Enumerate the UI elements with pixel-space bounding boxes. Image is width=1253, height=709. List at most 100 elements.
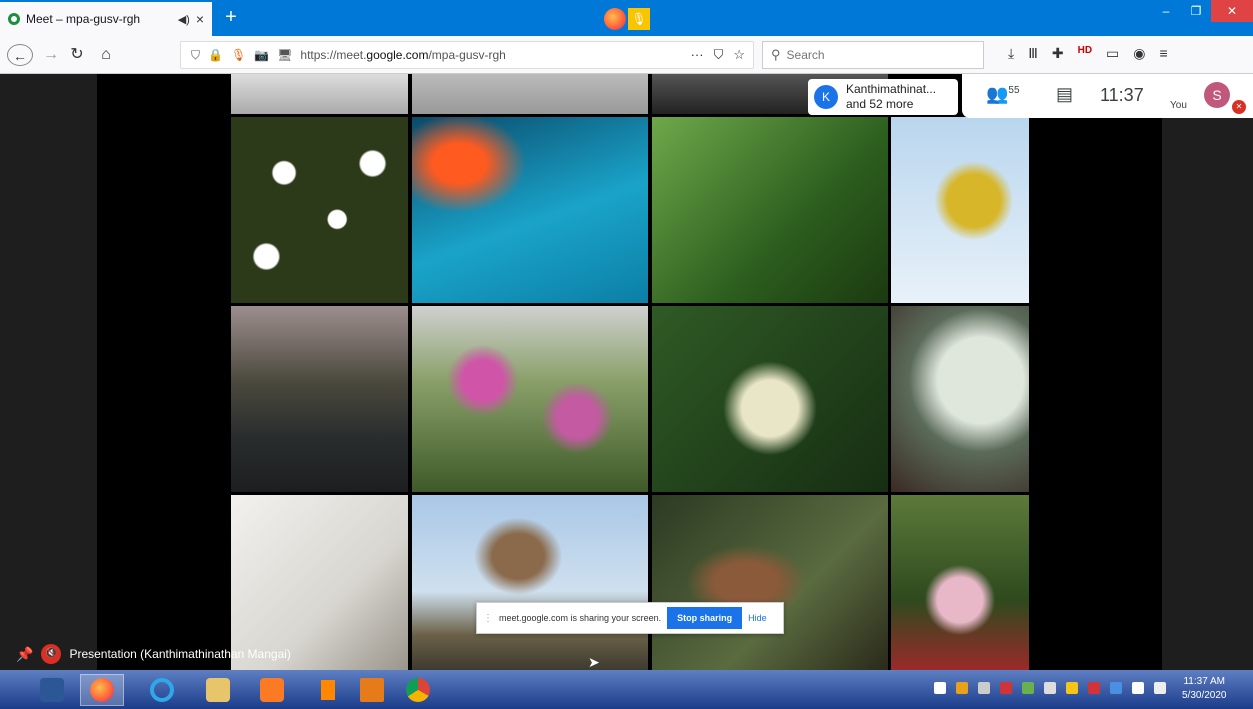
hd-icon[interactable]: HD xyxy=(1078,45,1092,62)
mouse-cursor-icon: ➤ xyxy=(588,654,600,670)
taskbar-app-file-explorer[interactable] xyxy=(196,674,240,706)
clock-date: 5/30/2020 xyxy=(1182,690,1227,701)
upload-icon xyxy=(360,678,384,702)
meet-favicon-icon xyxy=(8,13,20,25)
search-input[interactable] xyxy=(786,48,967,62)
address-bar[interactable]: ⛉ 🔒 🎙 📷 🖥 https://meet.google.com/mpa-gu… xyxy=(180,41,754,69)
photo-tile xyxy=(412,74,648,114)
sharing-indicator[interactable]: 🎙 xyxy=(604,8,650,30)
firefox-icon xyxy=(604,8,626,30)
tab-close-icon[interactable]: × xyxy=(196,11,204,27)
url-text: https://meet.google.com/mpa-gusv-rgh xyxy=(300,48,506,62)
battery-icon[interactable] xyxy=(1132,682,1144,694)
presentation-label: 📌 🔇 Presentation (Kanthimathinathan Mang… xyxy=(16,644,291,664)
bluetooth-icon[interactable] xyxy=(934,682,946,694)
minimize-icon[interactable]: – xyxy=(1151,0,1181,22)
reload-icon[interactable]: ↻ xyxy=(68,44,86,66)
goldfish-photo xyxy=(412,117,648,303)
meet-stage: K Kanthimathinat... and 52 more 👥55 ▤ 11… xyxy=(0,74,1253,670)
internet-explorer-icon xyxy=(150,678,174,702)
daisies-photo xyxy=(231,117,408,303)
leaves-photo xyxy=(652,117,888,303)
meet-top-bar: 👥55 ▤ 11:37 You S ✕ xyxy=(962,74,1253,118)
pin-icon[interactable]: 📌 xyxy=(16,646,33,663)
extensions-icon[interactable]: ✚ xyxy=(1052,45,1064,62)
shield-icon[interactable]: ⛉ xyxy=(191,48,200,63)
muted-mic-icon: 🔇 xyxy=(41,644,62,664)
browser-tab[interactable]: Meet – mpa-gusv-rgh ◀) × xyxy=(0,2,212,36)
microphone-permission-icon[interactable]: 🎙 xyxy=(231,48,246,62)
close-window-icon[interactable]: ✕ xyxy=(1211,0,1253,22)
girl-photo xyxy=(891,495,1029,670)
system-clock[interactable]: 11:37 AM 5/30/2020 xyxy=(1182,675,1227,703)
road-photo xyxy=(231,306,408,492)
windows-taskbar: 11:37 AM 5/30/2020 xyxy=(0,670,1253,709)
lock-icon[interactable]: 🔒 xyxy=(208,48,223,62)
mic-off-icon: ✕ xyxy=(1232,100,1246,114)
taskbar-app-word[interactable] xyxy=(30,674,74,706)
screen: Meet – mpa-gusv-rgh ◀) × + 🎙 – ❐ ✕ ← → ↻… xyxy=(0,0,1253,709)
firefox-icon xyxy=(90,678,114,702)
browser-tab-bar: Meet – mpa-gusv-rgh ◀) × + 🎙 – ❐ ✕ xyxy=(0,0,1253,36)
taskbar-app-chrome[interactable] xyxy=(396,674,440,706)
stop-sharing-button[interactable]: Stop sharing xyxy=(667,607,743,629)
share-message: meet.google.com is sharing your screen. xyxy=(499,613,662,623)
back-icon[interactable]: ← xyxy=(7,44,33,66)
sparrow-photo xyxy=(412,495,648,670)
tray-app-icon[interactable] xyxy=(1000,682,1012,694)
tray-app-icon[interactable] xyxy=(956,682,968,694)
menu-icon[interactable]: ≡ xyxy=(1160,45,1168,62)
sidebar-icon[interactable]: ▭ xyxy=(1106,45,1119,62)
forward-icon[interactable]: → xyxy=(42,44,60,66)
network-icon[interactable] xyxy=(978,682,990,694)
folder-icon xyxy=(206,678,230,702)
tab-title: Meet – mpa-gusv-rgh xyxy=(26,12,141,26)
camera-permission-icon[interactable]: 📷 xyxy=(254,48,269,62)
search-bar[interactable]: ⚲ xyxy=(762,41,984,69)
drag-handle-icon[interactable]: ⋮ xyxy=(483,613,493,624)
tray-app-icon[interactable] xyxy=(1110,682,1122,694)
vlc-icon xyxy=(316,678,340,702)
participant-chip[interactable]: K Kanthimathinat... and 52 more xyxy=(808,79,958,115)
taskbar-app-firefox[interactable] xyxy=(80,674,124,706)
taskbar-app-vlc[interactable] xyxy=(306,674,350,706)
left-margin xyxy=(0,74,97,670)
right-margin xyxy=(1162,74,1253,670)
people-icon[interactable]: 👥55 xyxy=(986,84,1020,105)
download-icon[interactable]: ⤓ xyxy=(1008,45,1014,62)
toolbar-icons: ⤓ Ⅲ ✚ HD ▭ ◉ ≡ xyxy=(1008,45,1168,62)
speaker-icon[interactable]: ◀) xyxy=(178,13,190,26)
self-avatar[interactable]: S xyxy=(1204,82,1230,108)
participant-avatar: K xyxy=(814,85,838,109)
taskbar-app-internet-explorer[interactable] xyxy=(140,674,184,706)
taskbar-app-upload[interactable] xyxy=(350,674,394,706)
hide-button[interactable]: Hide xyxy=(748,613,767,623)
participant-more: and 52 more xyxy=(846,97,914,111)
new-tab-button[interactable]: + xyxy=(220,7,242,29)
participant-text: Kanthimathinat... and 52 more xyxy=(846,82,936,112)
page-actions-icon[interactable]: ··· xyxy=(691,47,704,63)
bookmark-star-icon[interactable]: ☆ xyxy=(733,47,745,63)
people-count: 55 xyxy=(1008,85,1020,96)
tray-app-icon[interactable] xyxy=(1066,682,1078,694)
chat-icon[interactable]: ▤ xyxy=(1056,84,1073,105)
pocket-icon[interactable]: ⛉ xyxy=(714,47,724,63)
participant-name: Kanthimathinat... xyxy=(846,82,937,96)
you-label: You xyxy=(1170,100,1187,111)
clock-time: 11:37 AM xyxy=(1183,676,1225,687)
white-blossom-photo xyxy=(652,306,888,492)
volume-icon[interactable] xyxy=(1154,682,1166,694)
yellow-flower-photo xyxy=(891,117,1029,303)
home-icon[interactable]: ⌂ xyxy=(96,44,116,66)
dandelion-photo xyxy=(891,306,1029,492)
taskbar-app-xampp[interactable] xyxy=(250,674,294,706)
photo-tile xyxy=(231,74,408,114)
signal-icon[interactable] xyxy=(1044,682,1056,694)
account-icon[interactable]: ◉ xyxy=(1133,45,1145,62)
library-icon[interactable]: Ⅲ xyxy=(1028,45,1038,62)
screen-share-permission-icon[interactable]: 🖥 xyxy=(277,48,292,62)
tray-app-icon[interactable] xyxy=(1088,682,1100,694)
restore-icon[interactable]: ❐ xyxy=(1181,0,1211,22)
pink-flowers-photo xyxy=(412,306,648,492)
tray-app-icon[interactable] xyxy=(1022,682,1034,694)
